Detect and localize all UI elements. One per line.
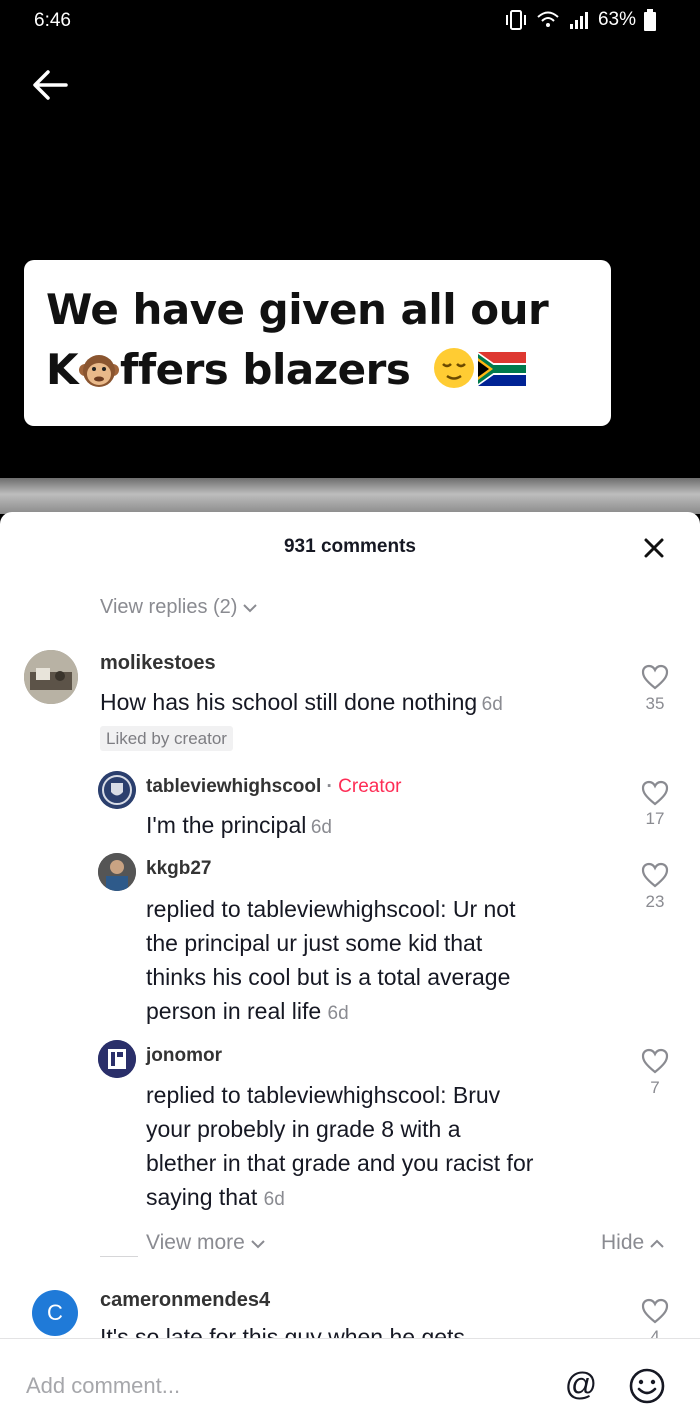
reply-prefix[interactable]: replied to tableviewhighscool: xyxy=(146,896,446,922)
view-more-label: View more xyxy=(146,1231,245,1254)
status-time: 6:46 xyxy=(34,10,71,31)
south-africa-flag-icon xyxy=(478,352,527,386)
caption-line-2-prefix: K xyxy=(46,345,79,394)
comment-time: 6d xyxy=(327,1003,349,1024)
divider xyxy=(100,1256,138,1257)
comment-time: 6d xyxy=(481,694,503,715)
avatar[interactable]: C xyxy=(32,1290,78,1336)
comments-sheet: 931 comments View replies (2) molikestoe… xyxy=(0,512,700,1417)
comment-text-line-1: Bruv xyxy=(452,1082,501,1108)
comment-username[interactable]: kkgb27 xyxy=(146,858,211,880)
chevron-down-icon xyxy=(243,604,257,613)
comment-username[interactable]: cameronmendes4 xyxy=(100,1289,270,1312)
liked-by-creator-label: Liked by creator xyxy=(100,726,233,751)
caption-line-2-suffix: ffers blazers xyxy=(120,345,411,394)
avatar-image-icon xyxy=(24,650,78,704)
like-count: 35 xyxy=(645,694,665,713)
heart-icon[interactable] xyxy=(641,862,669,888)
view-more-link[interactable]: View more xyxy=(146,1231,265,1255)
avatar[interactable] xyxy=(98,1040,136,1078)
comment-time: 6d xyxy=(310,817,332,838)
close-icon[interactable] xyxy=(640,534,668,562)
battery-icon xyxy=(644,9,656,31)
like-count-clipped: 4 xyxy=(635,1327,675,1338)
status-bar: 6:46 63% xyxy=(0,0,700,44)
comment-username[interactable]: jonomor xyxy=(146,1045,222,1067)
heart-icon[interactable] xyxy=(641,664,669,690)
caption-line-1: We have given all our xyxy=(46,285,549,334)
comment-username-row: tableviewhighscool · Creator xyxy=(146,776,402,798)
like-count: 23 xyxy=(645,892,665,911)
liked-by-creator-badge: Liked by creator xyxy=(100,726,233,751)
avatar-image-icon xyxy=(98,853,136,891)
avatar-image-icon xyxy=(98,1040,136,1078)
emoji-icon[interactable] xyxy=(628,1367,666,1405)
comment-body: replied to tableviewhighscool: Bruv your… xyxy=(146,1078,626,1217)
comment-text: How has his school still done nothing xyxy=(100,689,478,715)
like-count: 17 xyxy=(645,809,665,828)
comment-count: 931 comments xyxy=(283,536,416,557)
comment-text-line-2: the principal ur just some kid that xyxy=(146,930,483,956)
comment-text-line-1: Ur not xyxy=(452,896,516,922)
add-comment-input[interactable]: Add comment... xyxy=(26,1373,180,1399)
hide-label: Hide xyxy=(601,1231,645,1254)
comment-body: replied to tableviewhighscool: Ur not th… xyxy=(146,892,626,1031)
heart-icon[interactable] xyxy=(641,780,669,806)
comment-text-line-3: blether in that grade and you racist for xyxy=(146,1150,534,1176)
video-caption: We have given all our Kffers blazers xyxy=(24,260,611,426)
comment-text-line-2: your probebly in grade 8 with a xyxy=(146,1116,461,1142)
avatar[interactable] xyxy=(98,771,136,809)
creator-label: Creator xyxy=(338,776,402,797)
mention-icon[interactable]: @ xyxy=(563,1366,599,1402)
comment-composer: Add comment... @ xyxy=(0,1338,700,1418)
avatar[interactable] xyxy=(24,650,78,704)
heart-icon[interactable] xyxy=(641,1048,669,1074)
comment-username[interactable]: tableviewhighscool xyxy=(146,776,321,797)
comment-text-line-4: person in real life xyxy=(146,998,322,1024)
caption-line-2: Kffers blazers xyxy=(46,340,589,400)
monkey-emoji-icon xyxy=(79,355,120,387)
wifi-icon xyxy=(537,11,559,27)
battery-percent: 63% xyxy=(597,9,636,30)
avatar-letter: C xyxy=(47,1300,63,1325)
back-arrow-icon[interactable] xyxy=(30,68,70,102)
comment-text-line-3: thinks his cool but is a total average xyxy=(146,964,511,990)
comment-body: How has his school still done nothing 6d xyxy=(100,685,503,719)
chevron-up-icon xyxy=(650,1239,664,1248)
reply-prefix[interactable]: replied to tableviewhighscool: xyxy=(146,1082,446,1108)
signal-icon xyxy=(569,12,588,29)
hide-link[interactable]: Hide xyxy=(601,1231,664,1255)
comment-body: I'm the principal 6d xyxy=(146,808,332,842)
comment-time: 6d xyxy=(263,1189,285,1210)
vibrate-icon xyxy=(505,10,526,30)
comment-username[interactable]: molikestoes xyxy=(100,652,216,675)
relieved-face-emoji-icon xyxy=(434,348,475,388)
status-icons: 63% xyxy=(504,9,656,31)
chevron-down-icon xyxy=(250,1240,265,1249)
view-replies-label: View replies (2) xyxy=(100,596,238,618)
video-background-strip xyxy=(0,478,700,514)
username-separator: · xyxy=(321,776,339,797)
heart-icon[interactable] xyxy=(641,1298,669,1324)
comment-body-clipped: It's so late for this guy when he gets xyxy=(100,1320,540,1340)
comment-text: I'm the principal xyxy=(146,812,307,838)
school-crest-icon xyxy=(98,771,136,809)
comment-text-line-4: saying that xyxy=(146,1184,258,1210)
like-count: 4 xyxy=(650,1327,660,1338)
avatar[interactable] xyxy=(98,853,136,891)
like-count: 7 xyxy=(650,1078,660,1097)
view-replies-link[interactable]: View replies (2) xyxy=(100,596,257,619)
